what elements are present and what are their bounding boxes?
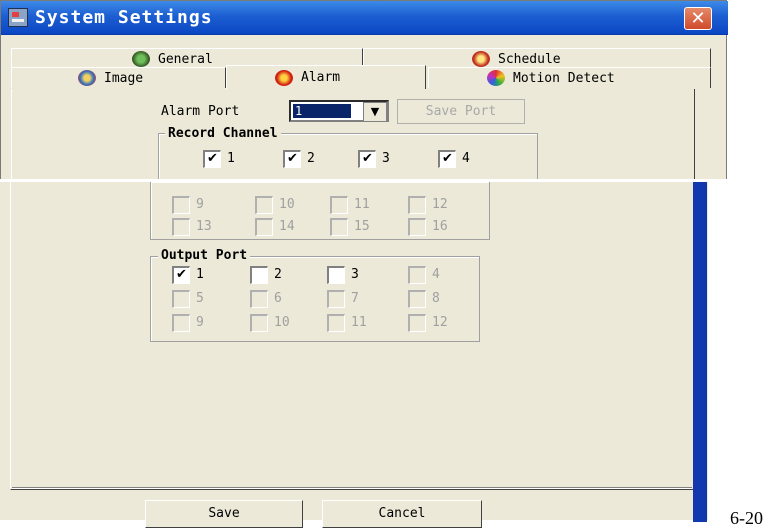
output-port-label: 7 — [351, 291, 359, 306]
record-channel-checkbox-14[interactable] — [255, 218, 273, 236]
tab-schedule-label: Schedule — [498, 51, 561, 67]
figure-label: 6-20 — [730, 508, 763, 528]
output-port-checkbox-12[interactable] — [408, 314, 426, 332]
output-port-checkbox-3[interactable] — [327, 266, 345, 284]
output-port-label: 11 — [351, 315, 367, 330]
output-port-checkbox-9[interactable] — [172, 314, 190, 332]
record-channel-title: Record Channel — [165, 126, 281, 141]
checkmark-icon: ✔ — [207, 151, 218, 166]
output-port-label: 12 — [432, 315, 448, 330]
alarm-port-select[interactable]: 1 ▼ — [289, 100, 389, 122]
record-channel-label: 1 — [227, 151, 235, 166]
checkmark-icon: ✔ — [442, 151, 453, 166]
record-channel-label: 3 — [382, 151, 390, 166]
record-channel-label: 4 — [462, 151, 470, 166]
output-port-label: 2 — [274, 267, 282, 282]
record-channel-label: 14 — [279, 219, 295, 234]
right-accent-bar — [693, 182, 707, 522]
window-title: System Settings — [35, 7, 213, 28]
title-bar[interactable]: System Settings ✕ — [1, 1, 728, 35]
output-port-checkbox-10[interactable] — [250, 314, 268, 332]
record-channel-checkbox-4[interactable]: ✔ — [438, 150, 456, 168]
checkmark-icon: ✔ — [362, 151, 373, 166]
alarm-port-value: 1 — [293, 104, 351, 118]
record-channel-checkbox-9[interactable] — [172, 196, 190, 214]
record-channel-checkbox-2[interactable]: ✔ — [283, 150, 301, 168]
alarm-port-label: Alarm Port — [161, 104, 240, 119]
output-port-checkbox-4[interactable] — [408, 266, 426, 284]
save-button[interactable]: Save — [145, 500, 303, 528]
wrench-icon — [132, 51, 150, 67]
cancel-button[interactable]: Cancel — [322, 500, 482, 528]
tab-alarm-label: Alarm — [301, 70, 341, 85]
tab-image-label: Image — [104, 70, 144, 86]
output-port-checkbox-11[interactable] — [327, 314, 345, 332]
tab-general-label: General — [158, 51, 213, 67]
output-port-label: 3 — [351, 267, 359, 282]
record-channel-label: 11 — [354, 197, 370, 212]
record-channel-checkbox-11[interactable] — [330, 196, 348, 214]
record-channel-label: 9 — [196, 197, 204, 212]
output-port-checkbox-8[interactable] — [408, 290, 426, 308]
record-channel-checkbox-12[interactable] — [408, 196, 426, 214]
alarm-icon — [275, 69, 293, 86]
output-port-checkbox-6[interactable] — [250, 290, 268, 308]
app-icon — [8, 8, 28, 27]
color-wheel-icon — [487, 70, 505, 86]
output-port-label: 4 — [432, 267, 440, 282]
output-port-label: 9 — [196, 315, 204, 330]
tab-image[interactable]: Image — [11, 67, 226, 88]
record-channel-label: 12 — [432, 197, 448, 212]
output-port-checkbox-1[interactable]: ✔ — [172, 266, 190, 284]
output-port-checkbox-2[interactable] — [250, 266, 268, 284]
record-channel-checkbox-16[interactable] — [408, 218, 426, 236]
record-channel-checkbox-10[interactable] — [255, 196, 273, 214]
output-port-title: Output Port — [158, 248, 251, 263]
checkmark-icon: ✔ — [287, 151, 298, 166]
tab-motion-detect[interactable]: Motion Detect — [428, 67, 711, 88]
output-port-label: 6 — [274, 291, 282, 306]
output-port-checkbox-5[interactable] — [172, 290, 190, 308]
footer-divider — [12, 487, 692, 489]
close-button[interactable]: ✕ — [684, 7, 712, 30]
tab-alarm[interactable]: Alarm — [226, 65, 426, 89]
output-port-checkbox-7[interactable] — [327, 290, 345, 308]
record-channel-checkbox-15[interactable] — [330, 218, 348, 236]
record-channel-checkbox-1[interactable]: ✔ — [203, 150, 221, 168]
alarm-clock-icon — [472, 51, 490, 67]
tab-motion-detect-label: Motion Detect — [513, 70, 615, 86]
record-channel-checkbox-13[interactable] — [172, 218, 190, 236]
output-port-label: 10 — [274, 315, 290, 330]
record-channel-label: 15 — [354, 219, 370, 234]
record-channel-label: 13 — [196, 219, 212, 234]
record-channel-checkbox-3[interactable]: ✔ — [358, 150, 376, 168]
palette-icon — [78, 70, 96, 86]
record-channel-label: 2 — [307, 151, 315, 166]
record-channel-label: 16 — [432, 219, 448, 234]
checkmark-icon: ✔ — [176, 267, 187, 282]
output-port-label: 8 — [432, 291, 440, 306]
chevron-down-icon[interactable]: ▼ — [363, 102, 387, 122]
output-port-label: 1 — [196, 267, 204, 282]
output-port-label: 5 — [196, 291, 204, 306]
save-port-button[interactable]: Save Port — [397, 99, 525, 124]
record-channel-label: 10 — [279, 197, 295, 212]
